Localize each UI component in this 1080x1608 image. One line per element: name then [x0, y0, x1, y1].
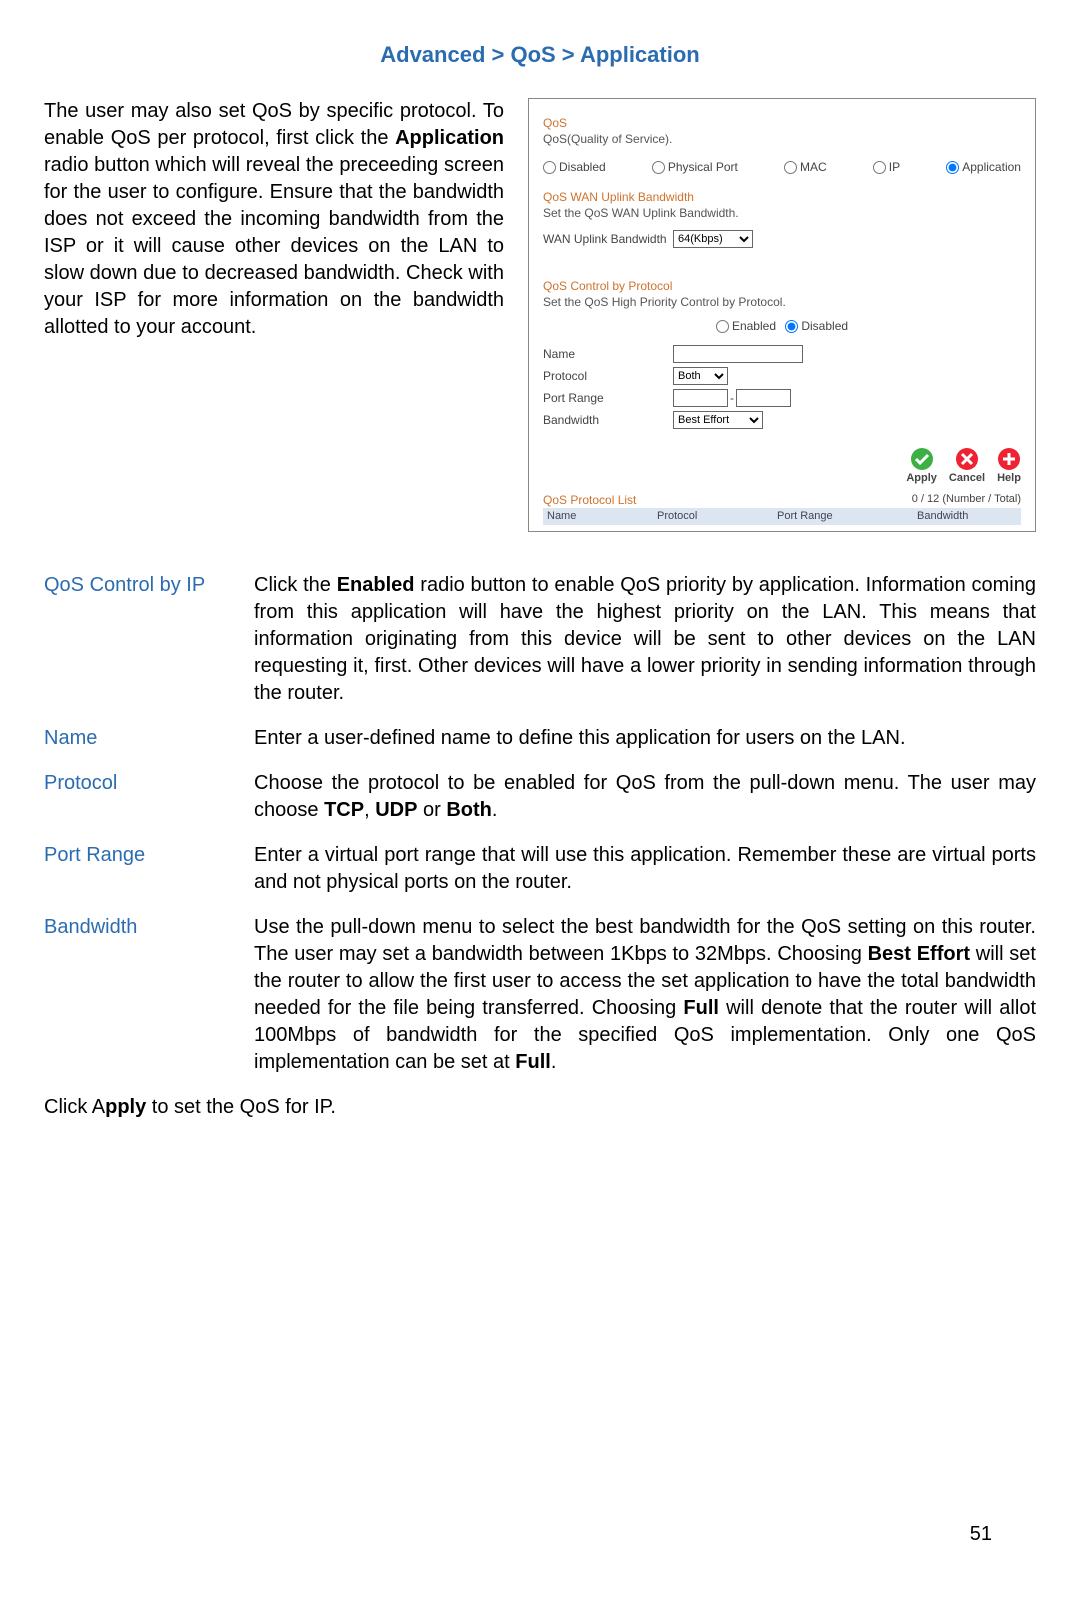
protocol-list-title: QoS Protocol List	[543, 492, 636, 508]
help-button[interactable]: Help	[997, 447, 1021, 486]
protocol-select[interactable]: Both	[673, 367, 728, 385]
definitions: QoS Control by IPClick the Enabled radio…	[44, 572, 1036, 1076]
definition-row: ProtocolChoose the protocol to be enable…	[44, 770, 1036, 824]
name-label: Name	[543, 346, 673, 362]
ctrl-sub: Set the QoS High Priority Control by Pro…	[543, 294, 1021, 310]
intro-paragraph: The user may also set QoS by specific pr…	[44, 98, 504, 341]
qos-mode-radios: Disabled Physical Port MAC IP Applicatio…	[543, 159, 1021, 175]
wan-bandwidth-label: WAN Uplink Bandwidth	[543, 231, 673, 247]
close-icon	[955, 447, 979, 471]
definition-term: Port Range	[44, 842, 254, 869]
definition-desc: Click the Enabled radio button to enable…	[254, 572, 1036, 707]
check-icon	[910, 447, 934, 471]
port-range-from[interactable]	[673, 389, 728, 407]
definition-term: QoS Control by IP	[44, 572, 254, 599]
definition-desc: Use the pull-down menu to select the bes…	[254, 914, 1036, 1076]
port-range-to[interactable]	[736, 389, 791, 407]
definition-desc: Enter a user-defined name to define this…	[254, 725, 1036, 752]
wan-bandwidth-select[interactable]: 64(Kbps)	[673, 230, 753, 248]
bandwidth-select[interactable]: Best Effort	[673, 411, 763, 429]
footer-line: Click Apply to set the QoS for IP.	[44, 1094, 1036, 1121]
page-number: 51	[970, 1521, 992, 1548]
definition-row: BandwidthUse the pull-down menu to selec…	[44, 914, 1036, 1076]
radio-physical-port[interactable]: Physical Port	[652, 159, 738, 175]
radio-mac[interactable]: MAC	[784, 159, 827, 175]
cancel-button[interactable]: Cancel	[949, 447, 985, 486]
plus-icon	[997, 447, 1021, 471]
bandwidth-label: Bandwidth	[543, 412, 673, 428]
radio-ip[interactable]: IP	[873, 159, 900, 175]
radio-application[interactable]: Application	[946, 159, 1021, 175]
definition-term: Name	[44, 725, 254, 752]
radio-enabled[interactable]: Enabled	[716, 318, 776, 334]
definition-term: Protocol	[44, 770, 254, 797]
qos-subtitle: QoS(Quality of Service).	[543, 131, 1021, 147]
radio-disabled-ctrl[interactable]: Disabled	[785, 318, 848, 334]
definition-row: QoS Control by IPClick the Enabled radio…	[44, 572, 1036, 707]
definition-row: NameEnter a user-defined name to define …	[44, 725, 1036, 752]
protocol-list-header: Name Protocol Port Range Bandwidth	[543, 508, 1021, 525]
qos-title: QoS	[543, 115, 1021, 131]
definition-desc: Choose the protocol to be enabled for Qo…	[254, 770, 1036, 824]
protocol-label: Protocol	[543, 368, 673, 384]
radio-disabled[interactable]: Disabled	[543, 159, 606, 175]
wan-title: QoS WAN Uplink Bandwidth	[543, 189, 1021, 205]
definition-row: Port RangeEnter a virtual port range tha…	[44, 842, 1036, 896]
wan-sub: Set the QoS WAN Uplink Bandwidth.	[543, 205, 1021, 221]
ctrl-title: QoS Control by Protocol	[543, 278, 1021, 294]
port-range-label: Port Range	[543, 390, 673, 406]
definition-term: Bandwidth	[44, 914, 254, 941]
qos-screenshot: QoS QoS(Quality of Service). Disabled Ph…	[528, 98, 1036, 532]
protocol-list-count: 0 / 12 (Number / Total)	[912, 492, 1021, 508]
name-input[interactable]	[673, 345, 803, 363]
apply-button[interactable]: Apply	[906, 447, 937, 486]
definition-desc: Enter a virtual port range that will use…	[254, 842, 1036, 896]
breadcrumb: Advanced > QoS > Application	[44, 40, 1036, 70]
